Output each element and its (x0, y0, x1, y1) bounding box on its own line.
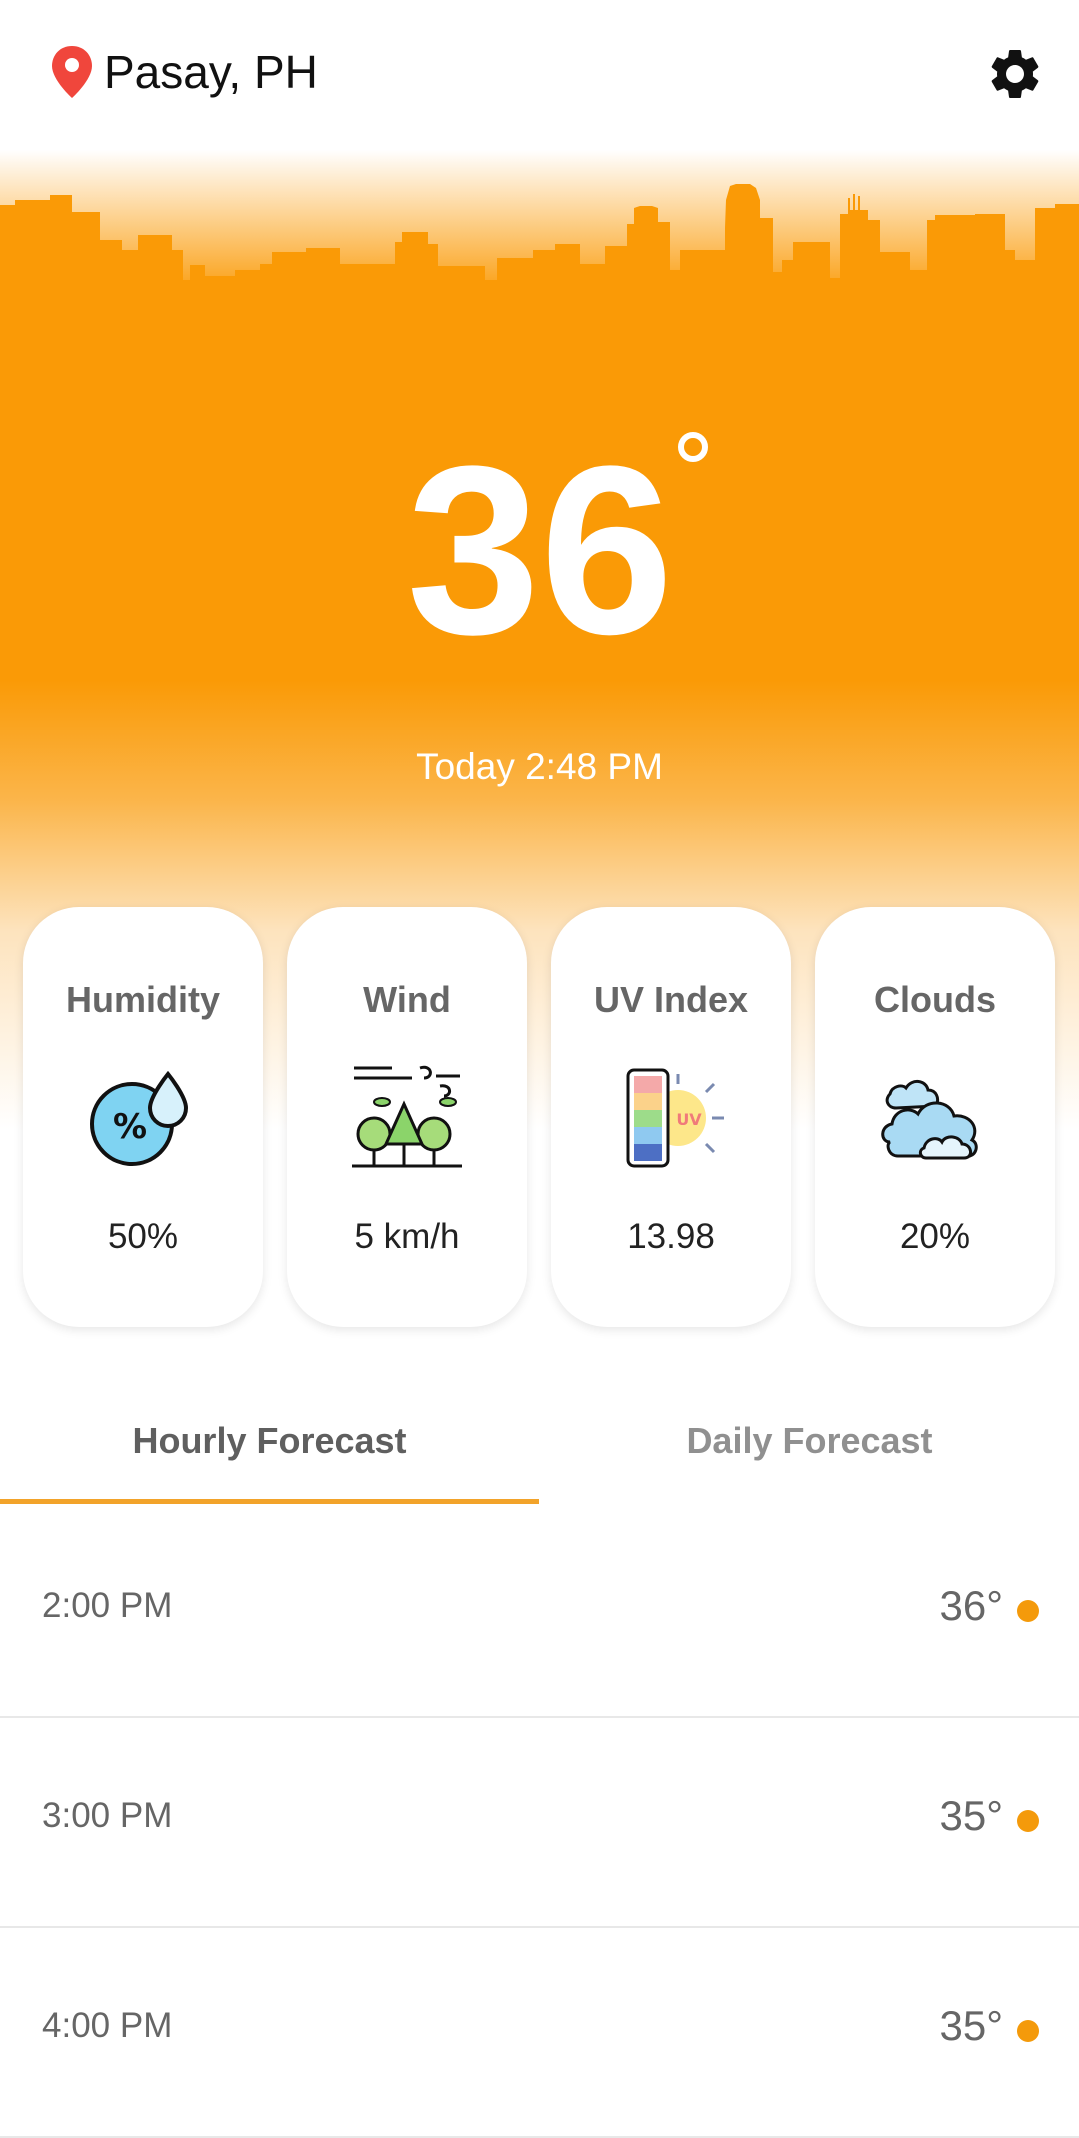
clouds-title: Clouds (874, 979, 996, 1020)
current-temperature: 36 (406, 416, 674, 684)
forecast-dot-icon (1017, 2020, 1039, 2042)
wind-card[interactable]: Wind 5 km/h (287, 907, 527, 1327)
humidity-icon: % (90, 1070, 189, 1166)
updated-time: Today 2:48 PM (416, 746, 663, 787)
tab-hourly-forecast[interactable]: Hourly Forecast (0, 1400, 539, 1505)
forecast-tabs: Hourly Forecast Daily Forecast (0, 1400, 1079, 1505)
forecast-row[interactable]: 3:00 PM 35° (0, 1716, 1079, 1928)
forecast-time: 4:00 PM (42, 2006, 173, 2045)
city-skyline (0, 184, 1079, 320)
active-tab-indicator (0, 1499, 539, 1504)
uv-index-icon: UV (626, 1068, 724, 1168)
forecast-dot-icon (1017, 1600, 1039, 1622)
metric-cards: Humidity % 50% Wind 5 km/h UV Index UV 1… (0, 907, 1079, 1327)
wind-title: Wind (363, 979, 451, 1020)
humidity-value: 50% (107, 1217, 179, 1256)
forecast-row[interactable]: 2:00 PM 36° (0, 1506, 1079, 1718)
uv-index-value: 13.98 (627, 1217, 715, 1256)
svg-text:%: % (113, 1107, 147, 1147)
clouds-icon (881, 1080, 978, 1160)
forecast-temp: 35° (939, 1792, 1003, 1839)
top-bar: Pasay, PH (0, 0, 1079, 150)
forecast-time: 3:00 PM (42, 1796, 173, 1835)
forecast-temp: 35° (939, 2002, 1003, 2049)
tab-daily-forecast[interactable]: Daily Forecast (540, 1400, 1079, 1505)
forecast-time: 2:00 PM (42, 1586, 173, 1625)
map-pin-icon (52, 46, 92, 98)
wind-icon (352, 1065, 462, 1168)
uv-index-title: UV Index (593, 979, 749, 1020)
clouds-card[interactable]: Clouds 20% (815, 907, 1055, 1327)
humidity-card[interactable]: Humidity % 50% (23, 907, 263, 1327)
forecast-temp: 36° (939, 1582, 1003, 1629)
location-label[interactable]: Pasay, PH (104, 42, 318, 102)
humidity-title: Humidity (65, 979, 220, 1020)
uv-index-card[interactable]: UV Index UV 13.98 (551, 907, 791, 1327)
degree-symbol (678, 432, 708, 462)
wind-value: 5 km/h (354, 1217, 460, 1256)
forecast-dot-icon (1017, 1810, 1039, 1832)
forecast-row[interactable]: 4:00 PM 35° (0, 1926, 1079, 2138)
clouds-value: 20% (899, 1217, 971, 1256)
gear-icon[interactable] (985, 44, 1045, 104)
svg-text:UV: UV (676, 1110, 702, 1129)
